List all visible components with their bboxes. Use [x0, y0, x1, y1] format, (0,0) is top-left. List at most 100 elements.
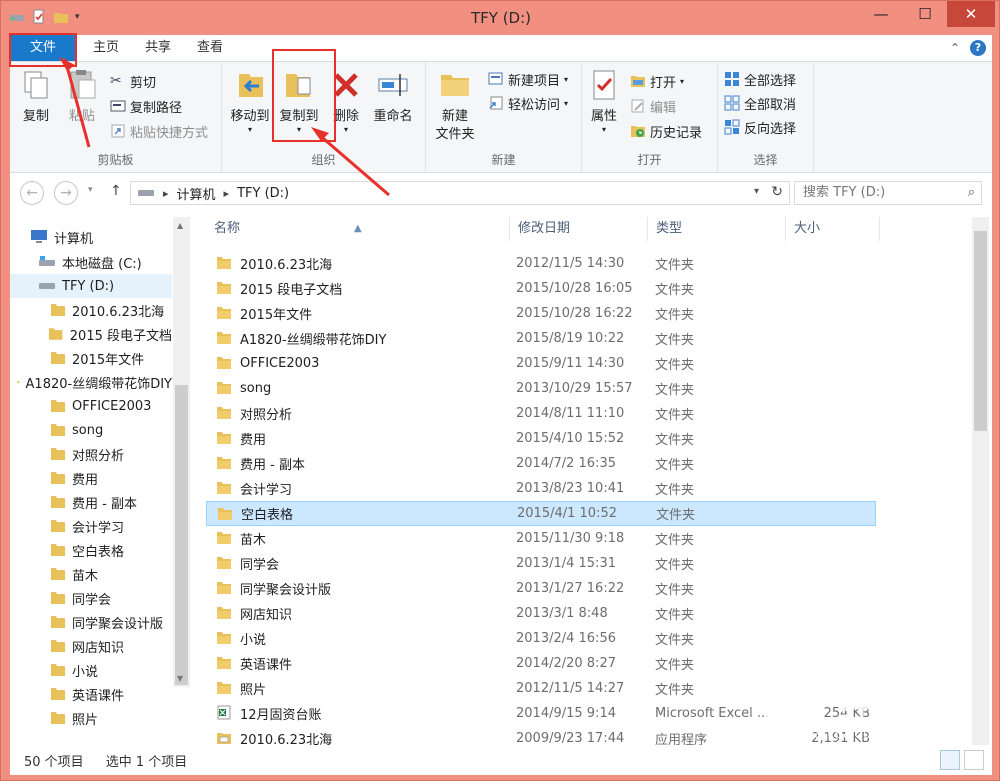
help-icon[interactable]: ?	[970, 40, 986, 56]
column-date[interactable]: 修改日期	[510, 217, 648, 241]
refresh-icon[interactable]: ↻	[771, 184, 783, 200]
folder-icon	[217, 357, 231, 369]
file-date: 2015/9/11 14:30	[516, 356, 625, 371]
nav-item[interactable]: 苗木	[10, 562, 172, 586]
tab-view[interactable]: 查看	[184, 35, 236, 61]
file-name: 2015 段电子文档	[240, 283, 343, 298]
breadcrumb-drive[interactable]: TFY (D:)	[237, 186, 289, 201]
address-bar[interactable]: ▸ 计算机 ▸ TFY (D:) ▾ ↻	[130, 181, 790, 205]
file-row[interactable]: 会计学习 2013/8/23 10:41 文件夹	[206, 476, 876, 501]
column-name[interactable]: 名称 ▲	[206, 217, 510, 241]
history-button[interactable]: 历史记录	[630, 120, 702, 142]
nav-item[interactable]: song	[10, 418, 172, 442]
file-row[interactable]: 同学聚会设计版 2013/1/27 16:22 文件夹	[206, 576, 876, 601]
nav-item[interactable]: 小说	[10, 658, 172, 682]
close-button[interactable]: ✕	[947, 1, 995, 27]
nav-item[interactable]: OFFICE2003	[10, 394, 172, 418]
folder-icon	[51, 568, 65, 580]
file-row[interactable]: 空白表格 2015/4/1 10:52 文件夹	[206, 501, 876, 526]
nav-item[interactable]: 费用 - 副本	[10, 490, 172, 514]
folder-icon	[217, 607, 231, 619]
cut-button[interactable]: ✂ 剪切	[110, 70, 156, 92]
forward-button[interactable]: →	[54, 181, 78, 205]
nav-item[interactable]: 英语课件	[10, 682, 172, 706]
nav-item[interactable]: 对照分析	[10, 442, 172, 466]
search-input[interactable]: 搜索 TFY (D:) ⌕	[794, 181, 982, 205]
file-row[interactable]: 对照分析 2014/8/11 11:10 文件夹	[206, 401, 876, 426]
move-to-button[interactable]: 移动到 ▾	[228, 68, 272, 134]
file-row[interactable]: song 2013/10/29 15:57 文件夹	[206, 376, 876, 401]
nav-item[interactable]: A1820-丝绸缎带花饰DIY	[10, 370, 172, 394]
tab-home[interactable]: 主页	[80, 35, 132, 61]
file-row[interactable]: 2015年文件 2015/10/28 16:22 文件夹	[206, 301, 876, 326]
file-name: 网店知识	[240, 608, 293, 623]
nav-item-label: 会计学习	[72, 520, 125, 536]
nav-item[interactable]: 2010.6.23北海	[10, 298, 172, 322]
folder-icon	[51, 664, 65, 676]
back-button[interactable]: ←	[20, 181, 44, 205]
nav-item[interactable]: 同学会	[10, 586, 172, 610]
new-folder-button[interactable]: 新建 文件夹	[430, 68, 480, 144]
properties-button[interactable]: 属性 ▾	[586, 68, 622, 134]
nav-scrollbar[interactable]: ▲ ▼	[173, 217, 190, 687]
file-row[interactable]: 2010.6.23北海 2012/11/5 14:30 文件夹	[206, 251, 876, 276]
nav-item[interactable]: 计算机	[10, 225, 172, 249]
open-group: 属性 ▾ 打开 ▾ 编辑 历史记录 打开	[582, 62, 718, 172]
annotation-box-copy-to	[272, 49, 336, 142]
nav-item[interactable]: 同学聚会设计版	[10, 610, 172, 634]
file-row[interactable]: A1820-丝绸缎带花饰DIY 2015/8/19 10:22 文件夹	[206, 326, 876, 351]
file-list: 名称 ▲ 修改日期 类型 大小 2010.6.23北海 2012/11/5 14:…	[206, 213, 992, 748]
open-button[interactable]: 打开 ▾	[630, 70, 684, 92]
tab-share[interactable]: 共享	[132, 35, 184, 61]
breadcrumb-computer[interactable]: 计算机	[177, 184, 216, 203]
file-row[interactable]: 同学会 2013/1/4 15:31 文件夹	[206, 551, 876, 576]
column-size[interactable]: 大小	[786, 217, 880, 241]
nav-item-label: 小说	[72, 664, 99, 680]
paste-icon	[70, 70, 96, 99]
paste-button[interactable]: 粘贴	[62, 68, 102, 126]
nav-item[interactable]: 本地磁盘 (C:)	[10, 250, 172, 274]
maximize-button[interactable]: ☐	[903, 1, 947, 27]
nav-scroll-thumb[interactable]	[175, 385, 188, 685]
folder-icon	[217, 382, 231, 394]
file-row[interactable]: 2015 段电子文档 2015/10/28 16:05 文件夹	[206, 276, 876, 301]
list-scroll-thumb[interactable]	[974, 231, 987, 431]
minimize-button[interactable]: —	[859, 1, 903, 27]
large-icons-view-icon[interactable]	[964, 750, 984, 770]
nav-item[interactable]: 会计学习	[10, 514, 172, 538]
address-dropdown-icon[interactable]: ▾	[754, 186, 759, 197]
file-row[interactable]: 小说 2013/2/4 16:56 文件夹	[206, 626, 876, 651]
file-row[interactable]: 网店知识 2013/3/1 8:48 文件夹	[206, 601, 876, 626]
nav-item[interactable]: 2015 段电子文档	[10, 322, 172, 346]
properties-icon	[593, 70, 615, 100]
file-row[interactable]: 费用 - 副本 2014/7/2 16:35 文件夹	[206, 451, 876, 476]
select-all-button[interactable]: 全部选择	[724, 68, 796, 90]
recent-locations-icon[interactable]: ▾	[88, 185, 93, 195]
edit-button[interactable]: 编辑	[630, 95, 676, 117]
up-button[interactable]: ↑	[110, 183, 122, 199]
column-type[interactable]: 类型	[648, 217, 786, 241]
rename-button[interactable]: 重命名	[368, 68, 418, 126]
easy-access-button[interactable]: 轻松访问 ▾	[488, 92, 568, 114]
file-row[interactable]: OFFICE2003 2015/9/11 14:30 文件夹	[206, 351, 876, 376]
copy-button[interactable]: 复制	[16, 68, 56, 126]
nav-item[interactable]: 网店知识	[10, 634, 172, 658]
file-row[interactable]: 费用 2015/4/10 15:52 文件夹	[206, 426, 876, 451]
paste-shortcut-button[interactable]: 粘贴快捷方式	[110, 120, 208, 142]
nav-item[interactable]: 照片	[10, 706, 172, 730]
nav-item[interactable]: TFY (D:)	[10, 274, 172, 298]
file-date: 2014/9/15 9:14	[516, 706, 616, 721]
list-scrollbar[interactable]	[972, 217, 989, 745]
new-item-button[interactable]: 新建项目 ▾	[488, 68, 568, 90]
folder-icon	[217, 332, 231, 344]
nav-item[interactable]: 费用	[10, 466, 172, 490]
select-none-button[interactable]: 全部取消	[724, 92, 796, 114]
file-row[interactable]: 苗木 2015/11/30 9:18 文件夹	[206, 526, 876, 551]
copy-icon	[24, 71, 48, 99]
file-row[interactable]: 英语课件 2014/2/20 8:27 文件夹	[206, 651, 876, 676]
copy-path-button[interactable]: 复制路径	[110, 95, 182, 117]
collapse-ribbon-icon[interactable]: ⌃	[950, 41, 960, 55]
nav-item[interactable]: 2015年文件	[10, 346, 172, 370]
invert-selection-button[interactable]: 反向选择	[724, 116, 796, 138]
nav-item[interactable]: 空白表格	[10, 538, 172, 562]
